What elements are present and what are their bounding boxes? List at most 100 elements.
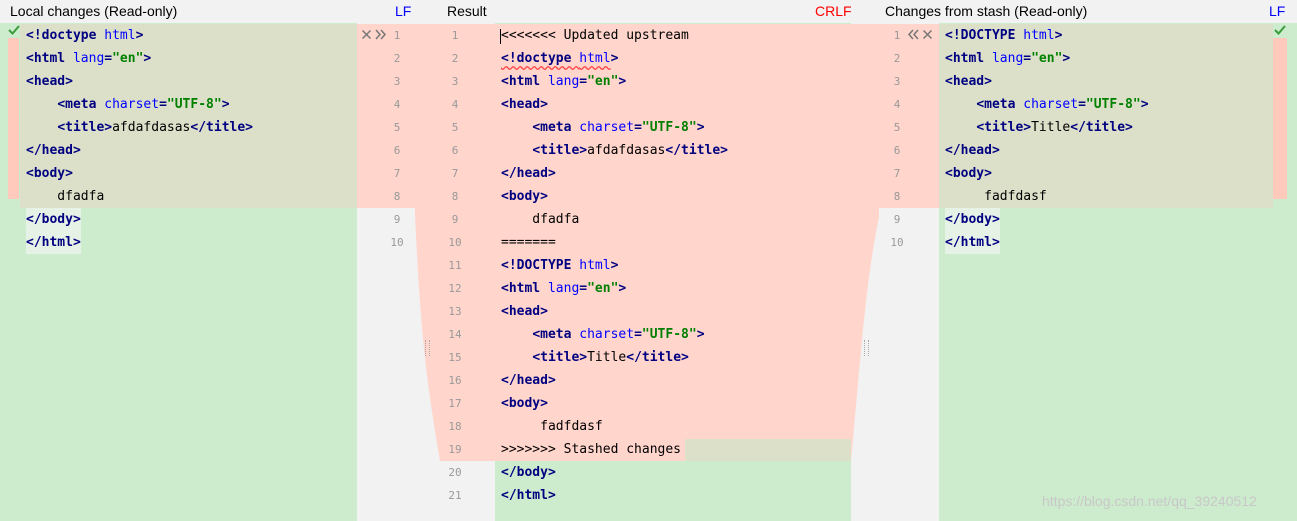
code-token: </html> (501, 488, 556, 503)
line-number: 20 (448, 466, 462, 479)
code-token: </title> (665, 143, 729, 158)
code-line: fadfdasf (501, 415, 603, 438)
left-eol-indicator[interactable]: LF (395, 0, 411, 22)
line-number: 17 (448, 397, 462, 410)
code-token: <!DOCTYPE (945, 28, 1024, 43)
right-change-marker (1273, 38, 1287, 199)
code-token: = (159, 97, 167, 112)
code-token: > (610, 51, 619, 66)
line-number: 3 (451, 75, 459, 88)
right-eol-indicator[interactable]: LF (1269, 0, 1285, 22)
code-line: </html> (501, 484, 556, 507)
line-number: 8 (893, 190, 901, 203)
result-pane-title: Result (447, 3, 487, 19)
right-splitter-handle[interactable] (864, 340, 869, 356)
code-token: "en" (1031, 51, 1063, 66)
line-number: 19 (448, 443, 462, 456)
code-token: <<<<<<< Updated upstream (501, 28, 689, 43)
code-line: </head> (945, 139, 1000, 162)
text-cursor (500, 29, 501, 44)
code-line: </head> (501, 162, 556, 185)
code-token: fadfdasf (945, 189, 1047, 204)
code-token: lang (547, 74, 580, 89)
code-line: <!DOCTYPE html> (945, 24, 1062, 47)
code-line: <title>afdafdasas</title> (26, 116, 253, 139)
code-token: <body> (501, 189, 548, 204)
code-line: <body> (26, 162, 73, 185)
code-token: <body> (945, 166, 992, 181)
code-token: </body> (501, 465, 556, 480)
code-token: > (618, 74, 627, 89)
line-number: 5 (393, 121, 401, 134)
line-number: 3 (393, 75, 401, 88)
left-splitter-handle[interactable] (425, 340, 430, 356)
code-token: = (634, 120, 642, 135)
close-icon[interactable] (361, 29, 372, 40)
code-line: <head> (945, 70, 992, 93)
code-token: "en" (587, 281, 619, 296)
code-line: <head> (26, 70, 73, 93)
line-number: 8 (393, 190, 401, 203)
code-token: <!doctype (501, 51, 580, 66)
code-token: "en" (587, 74, 619, 89)
code-token: <html (501, 74, 548, 89)
line-number: 9 (893, 213, 901, 226)
code-token: charset (1023, 97, 1079, 112)
left-change-marker (8, 38, 19, 199)
code-line: </head> (26, 139, 81, 162)
line-number: 14 (448, 328, 462, 341)
close-icon[interactable] (922, 29, 933, 40)
code-token: <head> (501, 97, 548, 112)
code-line: <body> (501, 185, 548, 208)
left-pane-title: Local changes (Read-only) (10, 3, 178, 19)
code-line: </head> (501, 369, 556, 392)
code-token: Title (587, 350, 627, 365)
code-line: <title>Title</title> (501, 346, 689, 369)
line-number: 5 (893, 121, 901, 134)
line-number: 6 (893, 144, 901, 157)
code-token: <body> (26, 166, 73, 181)
result-eol-indicator[interactable]: CRLF (815, 0, 852, 22)
code-token: charset (104, 97, 160, 112)
code-token: </html> (26, 235, 81, 250)
code-token: </head> (501, 373, 556, 388)
line-number: 6 (451, 144, 459, 157)
code-token: html (1023, 28, 1055, 43)
line-number: 13 (448, 305, 462, 318)
code-line: >>>>>>> Stashed changes (501, 438, 681, 461)
line-number: 7 (893, 167, 901, 180)
line-number: 4 (451, 98, 459, 111)
check-icon (8, 24, 20, 36)
line-number: 21 (448, 489, 462, 502)
line-number: 2 (893, 52, 901, 65)
line-number: 4 (893, 98, 901, 111)
code-line: </html> (945, 231, 1000, 254)
code-token: ======= (501, 235, 556, 250)
line-number: 4 (393, 98, 401, 111)
line-number: 9 (393, 213, 401, 226)
code-token: <title> (532, 143, 588, 158)
code-token: html (579, 258, 611, 273)
code-line: <meta charset="UTF-8"> (501, 116, 704, 139)
code-token: </head> (26, 143, 81, 158)
code-line: fadfdasf (945, 185, 1047, 208)
code-line: <head> (501, 93, 548, 116)
right-scrollbar[interactable] (1287, 23, 1297, 521)
code-token: > (135, 28, 144, 43)
code-token: <html (945, 51, 992, 66)
code-line: <body> (501, 392, 548, 415)
code-token: lang (991, 51, 1024, 66)
code-token: "UTF-8" (166, 97, 222, 112)
code-token: lang (547, 281, 580, 296)
code-token: afdafdasas (587, 143, 666, 158)
code-line: <title>afdafdasas</title> (501, 139, 728, 162)
code-token: </title> (190, 120, 254, 135)
code-token: > (1140, 97, 1149, 112)
line-number: 16 (448, 374, 462, 387)
code-token: > (221, 97, 230, 112)
line-number: 2 (393, 52, 401, 65)
line-number: 3 (893, 75, 901, 88)
